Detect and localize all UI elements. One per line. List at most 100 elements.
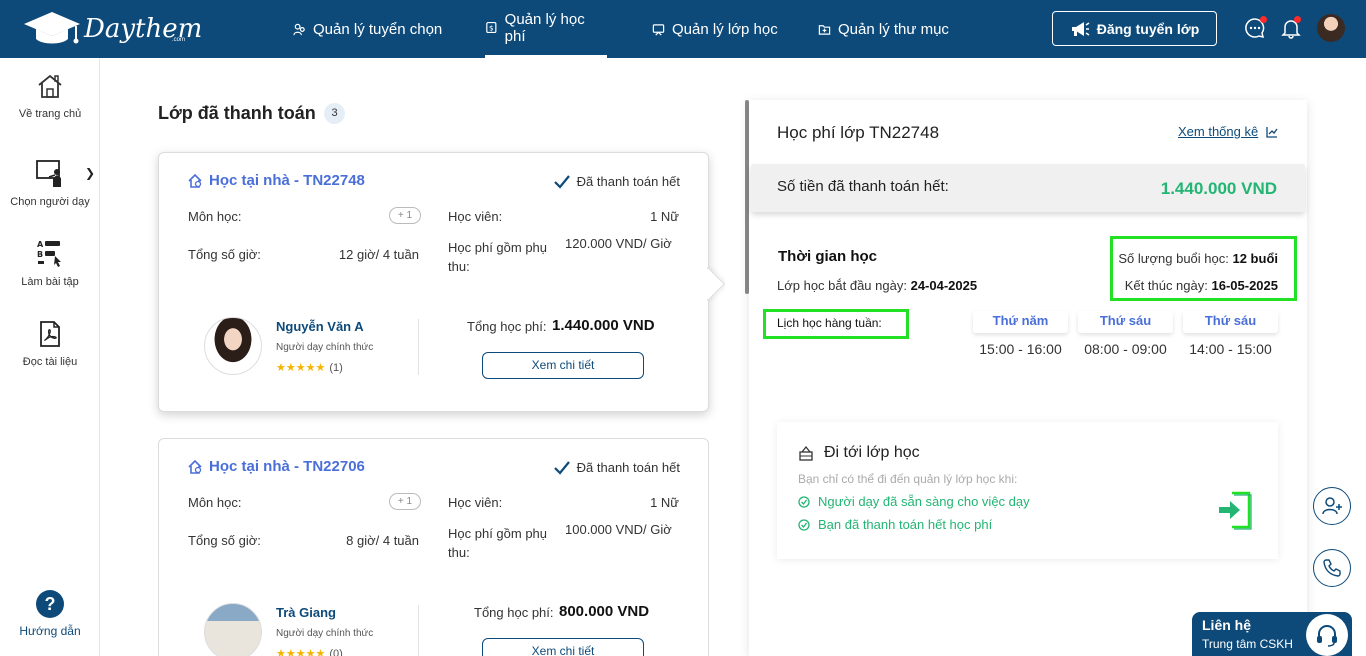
payment-status: Đã thanh toán hết [553,174,680,189]
rating-count: (1) [329,362,343,374]
phone-icon [1323,559,1341,577]
sidebar-item-documents[interactable]: Đọc tài liệu [0,320,100,368]
fee-value: 100.000 VND/ Giờ [565,522,672,537]
chat-notification-dot [1260,16,1267,23]
go-to-class-title: Đi tới lớp học [798,444,920,462]
pdf-file-icon [40,321,60,347]
enter-class-icon[interactable] [1218,490,1252,530]
home-study-icon [188,173,202,188]
post-class-label: Đăng tuyển lớp [1096,20,1200,37]
selection-pointer [707,266,725,302]
end-date-label: Kết thúc ngày: [1124,278,1208,293]
user-avatar[interactable] [1317,14,1345,42]
class-card-title-text: Học tại nhà - TN22706 [209,458,365,475]
rating-stars: ★★★★★ [276,362,326,374]
brand-logo[interactable]: Daythem .com [22,10,202,48]
divider [418,605,419,656]
hours-value: 12 giờ/ 4 tuần [338,247,419,262]
call-button[interactable] [1313,549,1351,587]
end-date-value: 16-05-2025 [1211,278,1279,293]
nav-classes[interactable]: Quản lý lớp học [652,0,778,58]
subject-label: Môn học: [188,209,242,224]
sidebar-item-home[interactable]: Về trang chủ [0,72,100,120]
megaphone-icon [1071,21,1090,36]
view-detail-button[interactable]: Xem chi tiết [482,352,644,379]
paid-classes-title: Lớp đã thanh toán [158,103,316,123]
subject-more-tag[interactable]: + 1 [389,493,421,510]
class-card-title-text: Học tại nhà - TN22748 [209,172,365,189]
brand-suffix: .com [172,37,186,43]
board-icon [652,23,665,35]
teacher-name[interactable]: Nguyễn Văn A [276,319,364,334]
paid-amount-value: 1.440.000 VND [1160,179,1277,198]
classroom-icon [799,445,813,461]
people-icon [293,23,305,35]
students-value: 1 Nữ [650,495,679,510]
students-label: Học viên: [448,495,503,510]
nav-folders[interactable]: Quản lý thư mục [818,0,949,58]
payment-status-text: Đã thanh toán hết [576,460,680,475]
sidebar-item-help[interactable]: ? Hướng dẫn [0,590,100,638]
start-date-value: 24-04-2025 [910,278,978,293]
condition-item: Người dạy đã sẵn sàng cho việc dạy [798,494,1030,509]
add-user-button[interactable] [1313,487,1351,525]
schedule-time: 15:00 - 16:00 [979,341,1062,357]
post-class-button[interactable]: Đăng tuyển lớp [1052,11,1217,46]
go-to-class-title-text: Đi tới lớp học [824,444,920,461]
rating-count: (0) [329,648,343,656]
fee-label: Học phí gồm phụ thu: [448,240,548,274]
check-circle-icon [798,495,810,508]
teacher-name[interactable]: Trà Giang [276,605,336,620]
divider [418,319,419,375]
class-card-title[interactable]: Học tại nhà - TN22706 [187,458,365,475]
home-study-icon [188,459,202,474]
chevron-right-icon[interactable]: ❯ [85,166,95,180]
schedule-day: Thứ năm [973,311,1068,333]
paid-amount-box: Số tiền đã thanh toán hết: 1.440.000 VND [751,164,1305,212]
graduation-cap-icon [24,12,80,44]
add-user-icon [1322,497,1342,515]
svg-text:B: B [37,250,43,259]
svg-text:$: $ [489,24,494,33]
teacher-role: Người dạy chính thức [276,342,374,353]
view-detail-button[interactable]: Xem chi tiết [482,638,644,656]
sidebar-item-exercises[interactable]: AB Làm bài tập [0,238,100,288]
tuition-detail-panel: Học phí lớp TN22748 Xem thống kê Số tiền… [749,100,1307,656]
nav-tuition[interactable]: $ Quản lý học phí [485,0,607,58]
view-stats-label: Xem thống kê [1178,124,1259,139]
condition-text: Người dạy đã sẵn sàng cho việc dạy [818,494,1030,509]
contact-title: Liên hệ [1202,617,1252,633]
money-icon: $ [486,21,497,34]
teacher-avatar [204,317,262,375]
condition-item: Bạn đã thanh toán hết học phí [798,517,992,532]
class-card[interactable]: Học tại nhà - TN22706 Đã thanh toán hết … [158,438,709,656]
nav-label: Quản lý thư mục [838,20,949,38]
nav-label: Quản lý học phí [504,10,585,45]
subject-more-tag[interactable]: + 1 [389,207,421,224]
sessions-label: Số lượng buổi học: [1118,251,1229,266]
teacher-avatar [204,603,262,656]
chart-icon [1266,126,1278,138]
view-stats-link[interactable]: Xem thống kê [1178,124,1278,139]
sessions-value: 12 buổi [1232,251,1278,266]
folder-icon [818,24,831,35]
study-time-heading: Thời gian học [778,248,877,265]
class-card-title[interactable]: Học tại nhà - TN22748 [187,172,365,189]
teacher-board-icon [36,160,61,187]
nav-label: Quản lý lớp học [672,20,778,38]
nav-recruitment[interactable]: Quản lý tuyển chọn [293,0,442,58]
top-navbar: Daythem .com Quản lý tuyển chọn $ Quản l… [0,0,1366,58]
bell-notification-dot [1294,16,1301,23]
schedule-day: Thứ sáu [1078,311,1173,333]
contact-support-button[interactable]: Liên hệ Trung tâm CSKH [1192,612,1352,656]
students-label: Học viên: [448,209,503,224]
start-date-label: Lớp học bắt đầu ngày: [777,278,907,293]
hours-label: Tổng số giờ: [188,247,261,262]
go-to-class-box: Đi tới lớp học Bạn chỉ có thể đi đến quả… [777,422,1278,559]
paid-amount-label: Số tiền đã thanh toán hết: [777,178,949,195]
fee-value: 120.000 VND/ Giờ [565,236,672,251]
class-card[interactable]: Học tại nhà - TN22748 Đã thanh toán hết … [158,152,709,412]
sidebar-item-label: Hướng dẫn [19,624,81,638]
sidebar-item-label: Đọc tài liệu [22,356,78,368]
teacher-rating: ★★★★★ (1) [276,361,343,374]
